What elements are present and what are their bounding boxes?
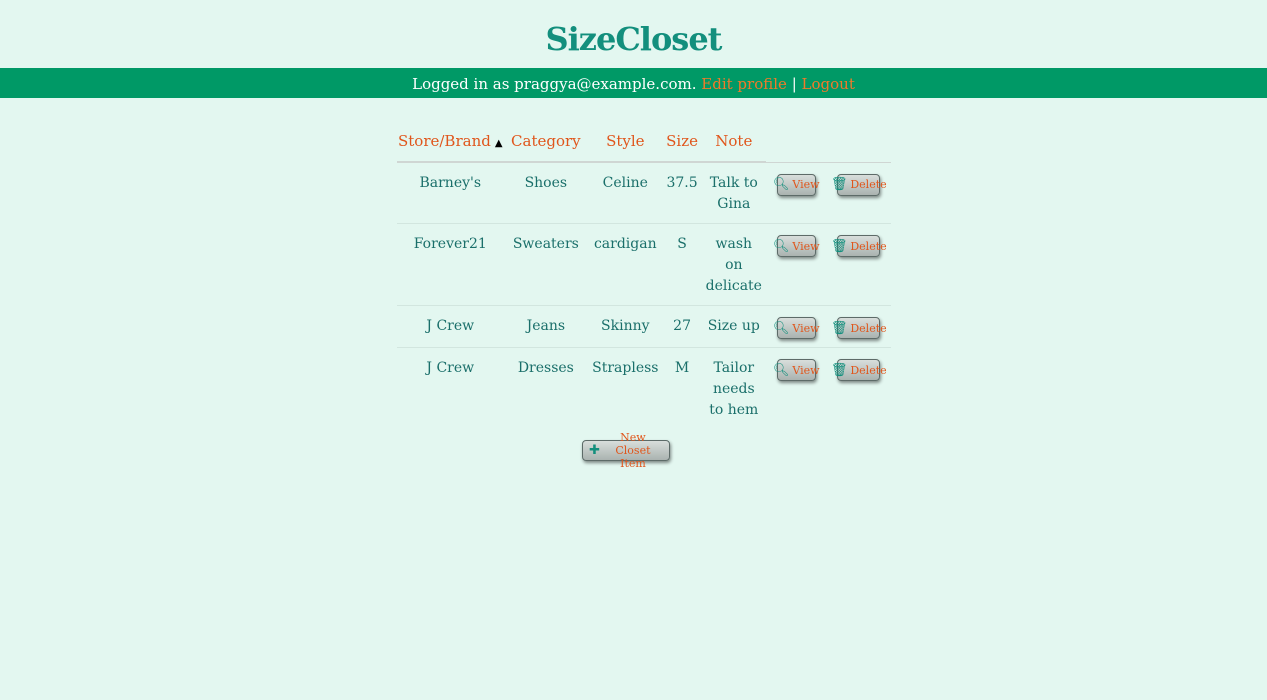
view-button[interactable]: 🔍︎ View bbox=[773, 235, 820, 257]
cell-style: Strapless bbox=[592, 360, 659, 376]
site-title: SizeCloset bbox=[545, 20, 723, 58]
cell-store-brand: Forever21 bbox=[397, 223, 504, 306]
new-closet-item-button[interactable]: ✚ New Closet Item bbox=[582, 431, 670, 470]
plus-icon: ✚ bbox=[589, 443, 600, 458]
delete-label: Delete bbox=[850, 321, 887, 335]
delete-button[interactable]: 🗑︎ Delete bbox=[831, 317, 887, 339]
view-button[interactable]: 🔍︎ View bbox=[773, 359, 820, 381]
cell-view-action: 🔍︎ View bbox=[765, 223, 827, 306]
search-icon: 🔍︎ bbox=[772, 362, 790, 378]
new-closet-item-label: New Closet Item bbox=[615, 431, 651, 470]
header-note[interactable]: Note bbox=[701, 120, 766, 163]
view-button[interactable]: 🔍︎ View bbox=[773, 317, 820, 339]
cell-delete-action: 🗑︎ Delete bbox=[826, 223, 891, 306]
cell-size: S bbox=[662, 223, 702, 306]
delete-label: Delete bbox=[850, 363, 887, 377]
view-label: View bbox=[792, 363, 820, 377]
header-row: Store/Brand ▲ Category Style Size Note bbox=[397, 120, 891, 163]
cell-note: Tailor needs to hem bbox=[709, 360, 759, 418]
trash-icon: 🗑︎ bbox=[830, 320, 848, 336]
cell-style: Celine bbox=[588, 162, 663, 224]
cell-category: Jeans bbox=[503, 305, 589, 348]
search-icon: 🔍︎ bbox=[772, 177, 790, 192]
cell-view-action: 🔍︎ View bbox=[765, 305, 827, 348]
sort-ascending-icon: ▲ bbox=[494, 137, 503, 149]
cell-store-brand: Barney's bbox=[397, 162, 504, 224]
new-item-container: ✚ New Closet Item bbox=[582, 431, 670, 470]
trash-icon: 🗑︎ bbox=[830, 177, 848, 192]
cell-style: cardigan bbox=[588, 223, 663, 306]
view-label: View bbox=[792, 178, 820, 191]
search-icon: 🔍︎ bbox=[772, 238, 790, 254]
closet-table: Store/Brand ▲ Category Style Size Note Ba… bbox=[397, 120, 891, 429]
header-store-brand[interactable]: Store/Brand ▲ bbox=[397, 120, 504, 163]
view-button[interactable]: 🔍︎ View bbox=[773, 173, 820, 196]
search-icon: 🔍︎ bbox=[772, 320, 790, 336]
cell-category: Sweaters bbox=[503, 223, 589, 306]
view-label: View bbox=[792, 321, 820, 335]
cell-store-brand: J Crew bbox=[397, 305, 504, 348]
cell-category: Shoes bbox=[503, 162, 589, 224]
login-bar: Logged in as praggya@example.com. Edit p… bbox=[0, 68, 1267, 98]
delete-label: Delete bbox=[850, 239, 887, 253]
cell-style: Skinny bbox=[588, 305, 663, 348]
separator: | bbox=[791, 75, 797, 93]
table-row: Forever21 Sweaters cardigan Swash on delica… bbox=[397, 223, 891, 306]
table-row: J Crew Jeans Skinny 27 Size up 🔍︎ View 🗑︎ Delete bbox=[397, 305, 891, 348]
header-store-label: Store/Brand bbox=[398, 131, 491, 150]
delete-button[interactable]: 🗑︎ Delete bbox=[831, 359, 887, 381]
header-category[interactable]: Category bbox=[503, 120, 589, 163]
cell-size: 37.5 bbox=[662, 162, 702, 224]
header-size[interactable]: Size bbox=[662, 120, 702, 163]
cell-category: Dresses bbox=[517, 360, 574, 376]
cell-size: M bbox=[674, 360, 690, 376]
delete-button[interactable]: 🗑︎ Delete bbox=[831, 235, 887, 257]
delete-label: Delete bbox=[850, 178, 887, 191]
header-style[interactable]: Style bbox=[588, 120, 663, 163]
cell-note: Size up bbox=[701, 305, 766, 348]
cell-delete-action: 🗑︎ Delete bbox=[826, 348, 891, 430]
cell-view-action: 🔍︎ View bbox=[766, 348, 827, 430]
login-status: Logged in as praggya@example.com. bbox=[412, 75, 697, 93]
cell-note: wash on delicate bbox=[701, 223, 766, 306]
logout-link[interactable]: Logout bbox=[802, 75, 855, 93]
edit-profile-link[interactable]: Edit profile bbox=[701, 75, 787, 93]
cell-delete-action: 🗑︎ Delete bbox=[826, 162, 891, 224]
view-label: View bbox=[792, 239, 820, 253]
header-view-column bbox=[765, 120, 827, 163]
table-row: Barney's Shoes Celine 37.5 Talk to Gina 🔍︎ Vie… bbox=[397, 162, 891, 224]
delete-button[interactable]: 🗑︎ Delete bbox=[831, 173, 887, 196]
table-row: J Crew Dresses Strapless M Tailor needs to h… bbox=[397, 348, 891, 430]
cell-size: 27 bbox=[662, 305, 702, 348]
trash-icon: 🗑︎ bbox=[830, 362, 848, 378]
cell-view-action: 🔍︎ View bbox=[765, 162, 827, 224]
cell-delete-action: 🗑︎ Delete bbox=[826, 305, 891, 348]
header-delete-column bbox=[826, 120, 891, 163]
cell-store-brand: J Crew bbox=[426, 360, 475, 376]
cell-note: Talk to Gina bbox=[701, 162, 766, 224]
closet-table-container: Store/Brand ▲ Category Style Size Note Ba… bbox=[397, 120, 891, 429]
trash-icon: 🗑︎ bbox=[830, 238, 848, 254]
